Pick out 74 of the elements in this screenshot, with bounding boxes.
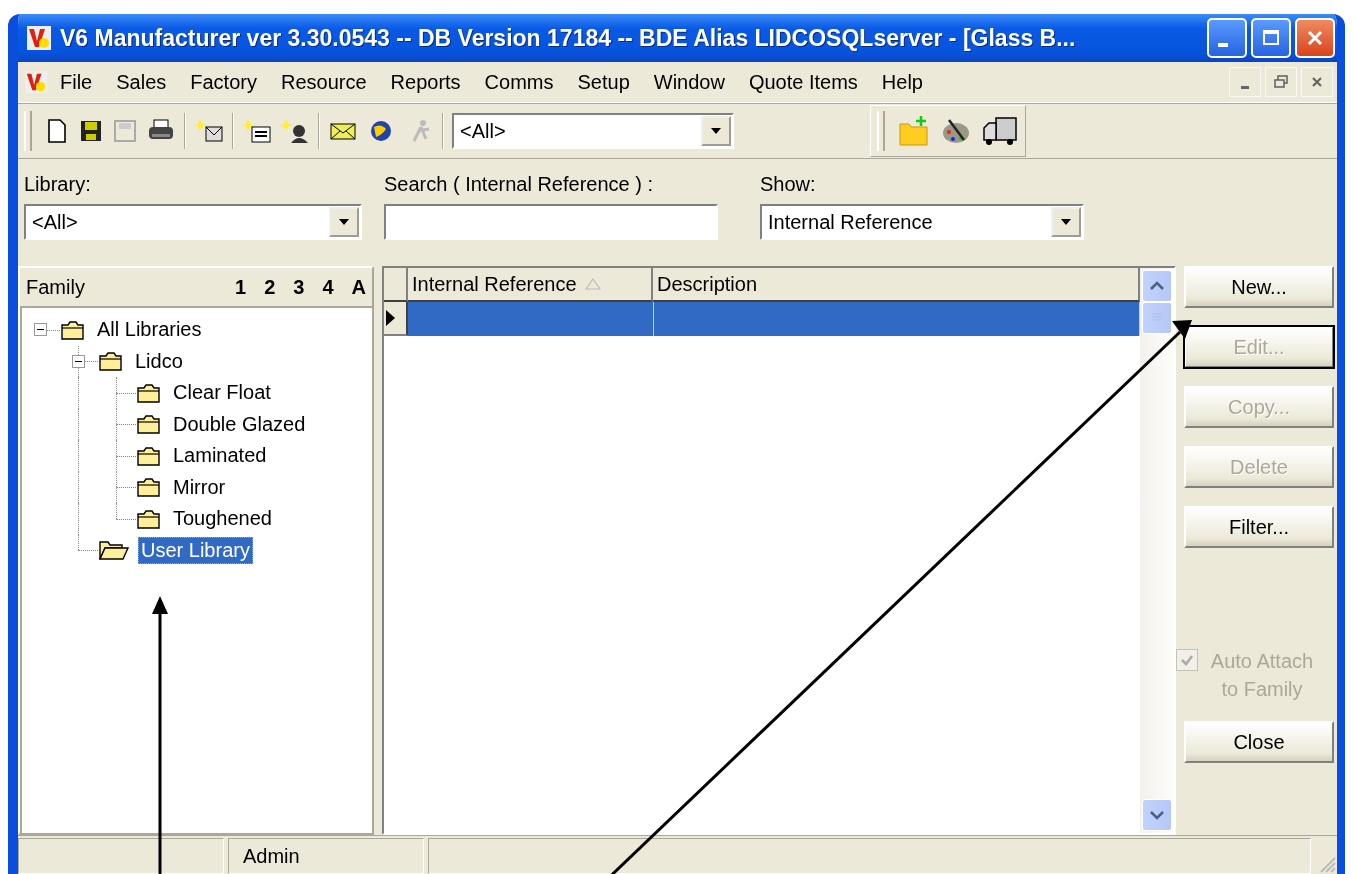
- save-all-icon: [112, 117, 138, 145]
- column-header[interactable]: Internal Reference: [408, 268, 653, 302]
- window-title: V6 Manufacturer ver 3.30.0543 -- DB Version 17184 -- BDE Alias LIDCOSQLserver - [Glass B...: [60, 24, 1077, 52]
- maximize-button[interactable]: [1251, 18, 1291, 58]
- maximize-icon: [1262, 29, 1280, 47]
- minimize-button[interactable]: [1229, 67, 1261, 97]
- tree-item[interactable]: Lidco: [132, 347, 186, 375]
- restore-button[interactable]: [1265, 67, 1297, 97]
- library-dropdown[interactable]: <All>: [24, 204, 362, 240]
- show-dropdown[interactable]: Internal Reference: [760, 204, 1084, 240]
- tree-item[interactable]: Laminated: [170, 442, 270, 470]
- app-logo-icon[interactable]: [24, 70, 48, 94]
- folder-icon: [136, 507, 162, 530]
- wand-envelope-icon[interactable]: [194, 117, 224, 145]
- folder-icon: [136, 413, 162, 436]
- dropdown-arrow-icon: [1060, 218, 1072, 226]
- level-button[interactable]: 3: [293, 275, 305, 299]
- tree-item[interactable]: Toughened: [170, 505, 275, 533]
- scroll-up-button[interactable]: [1142, 270, 1172, 302]
- level-button[interactable]: 2: [264, 275, 276, 299]
- level-button[interactable]: 1: [235, 275, 247, 299]
- minimize-icon: [1218, 43, 1228, 47]
- menu-item[interactable]: Resource: [268, 70, 379, 94]
- scroll-down-button[interactable]: [1142, 799, 1172, 831]
- menu-item[interactable]: Window: [641, 70, 737, 94]
- folder-icon: [60, 318, 86, 341]
- close-icon: [1306, 29, 1324, 47]
- folder-icon: [98, 350, 124, 373]
- menu-item[interactable]: Setup: [565, 70, 642, 94]
- close-button[interactable]: [1301, 67, 1333, 97]
- level-button[interactable]: 4: [322, 275, 334, 299]
- level-button[interactable]: A: [351, 275, 366, 299]
- action-button[interactable]: New...: [1184, 266, 1334, 308]
- open-folder-icon: [98, 539, 130, 562]
- library-label: Library:: [24, 173, 92, 196]
- minimize-icon: [1241, 85, 1249, 89]
- dropdown-arrow-icon: [710, 127, 722, 135]
- action-button[interactable]: Filter...: [1184, 506, 1334, 548]
- checkbox-label: Auto Attach to Family: [1209, 649, 1315, 702]
- menu-item[interactable]: Help: [869, 70, 935, 94]
- menu-item[interactable]: Sales: [104, 70, 179, 94]
- column-header[interactable]: Description: [653, 268, 1140, 302]
- truck-icon[interactable]: [981, 114, 1019, 148]
- tree-item[interactable]: User Library: [138, 536, 253, 564]
- toolbar-grip[interactable]: [24, 111, 32, 151]
- wand-figure-icon[interactable]: [280, 117, 310, 145]
- collapse-icon[interactable]: [34, 323, 47, 336]
- search-field[interactable]: [384, 204, 718, 240]
- restore-icon: [1274, 75, 1288, 89]
- collapse-icon[interactable]: [72, 354, 85, 368]
- scroll-thumb[interactable]: [1142, 302, 1172, 334]
- menu-item[interactable]: Reports: [378, 70, 473, 94]
- folder-icon: [136, 381, 162, 404]
- toolbar-grip[interactable]: [877, 111, 885, 151]
- menu-item[interactable]: Comms: [472, 70, 566, 94]
- tree-item[interactable]: Mirror: [170, 473, 229, 501]
- tree-item[interactable]: Double Glazed: [170, 410, 309, 438]
- tree-item[interactable]: Clear Float: [170, 379, 274, 407]
- app-logo-icon: [26, 25, 52, 51]
- close-icon: [1311, 76, 1323, 88]
- search-label: Search ( Internal Reference ) :: [384, 173, 654, 196]
- family-title: Family: [26, 275, 85, 299]
- menu-item[interactable]: Quote Items: [736, 70, 870, 94]
- dropdown-arrow-icon: [338, 218, 350, 226]
- show-label: Show:: [760, 173, 817, 196]
- filter-dropdown[interactable]: <All>: [452, 113, 734, 149]
- folder-icon: [136, 444, 162, 467]
- folder-icon: [136, 476, 162, 499]
- wand-invoice-icon[interactable]: [242, 117, 272, 145]
- menu-item[interactable]: File: [48, 70, 105, 94]
- close-button[interactable]: Close: [1184, 721, 1334, 763]
- menu-item[interactable]: Factory: [178, 70, 269, 94]
- tree-item[interactable]: All Libraries: [94, 316, 205, 344]
- status-user: Admin: [228, 838, 424, 874]
